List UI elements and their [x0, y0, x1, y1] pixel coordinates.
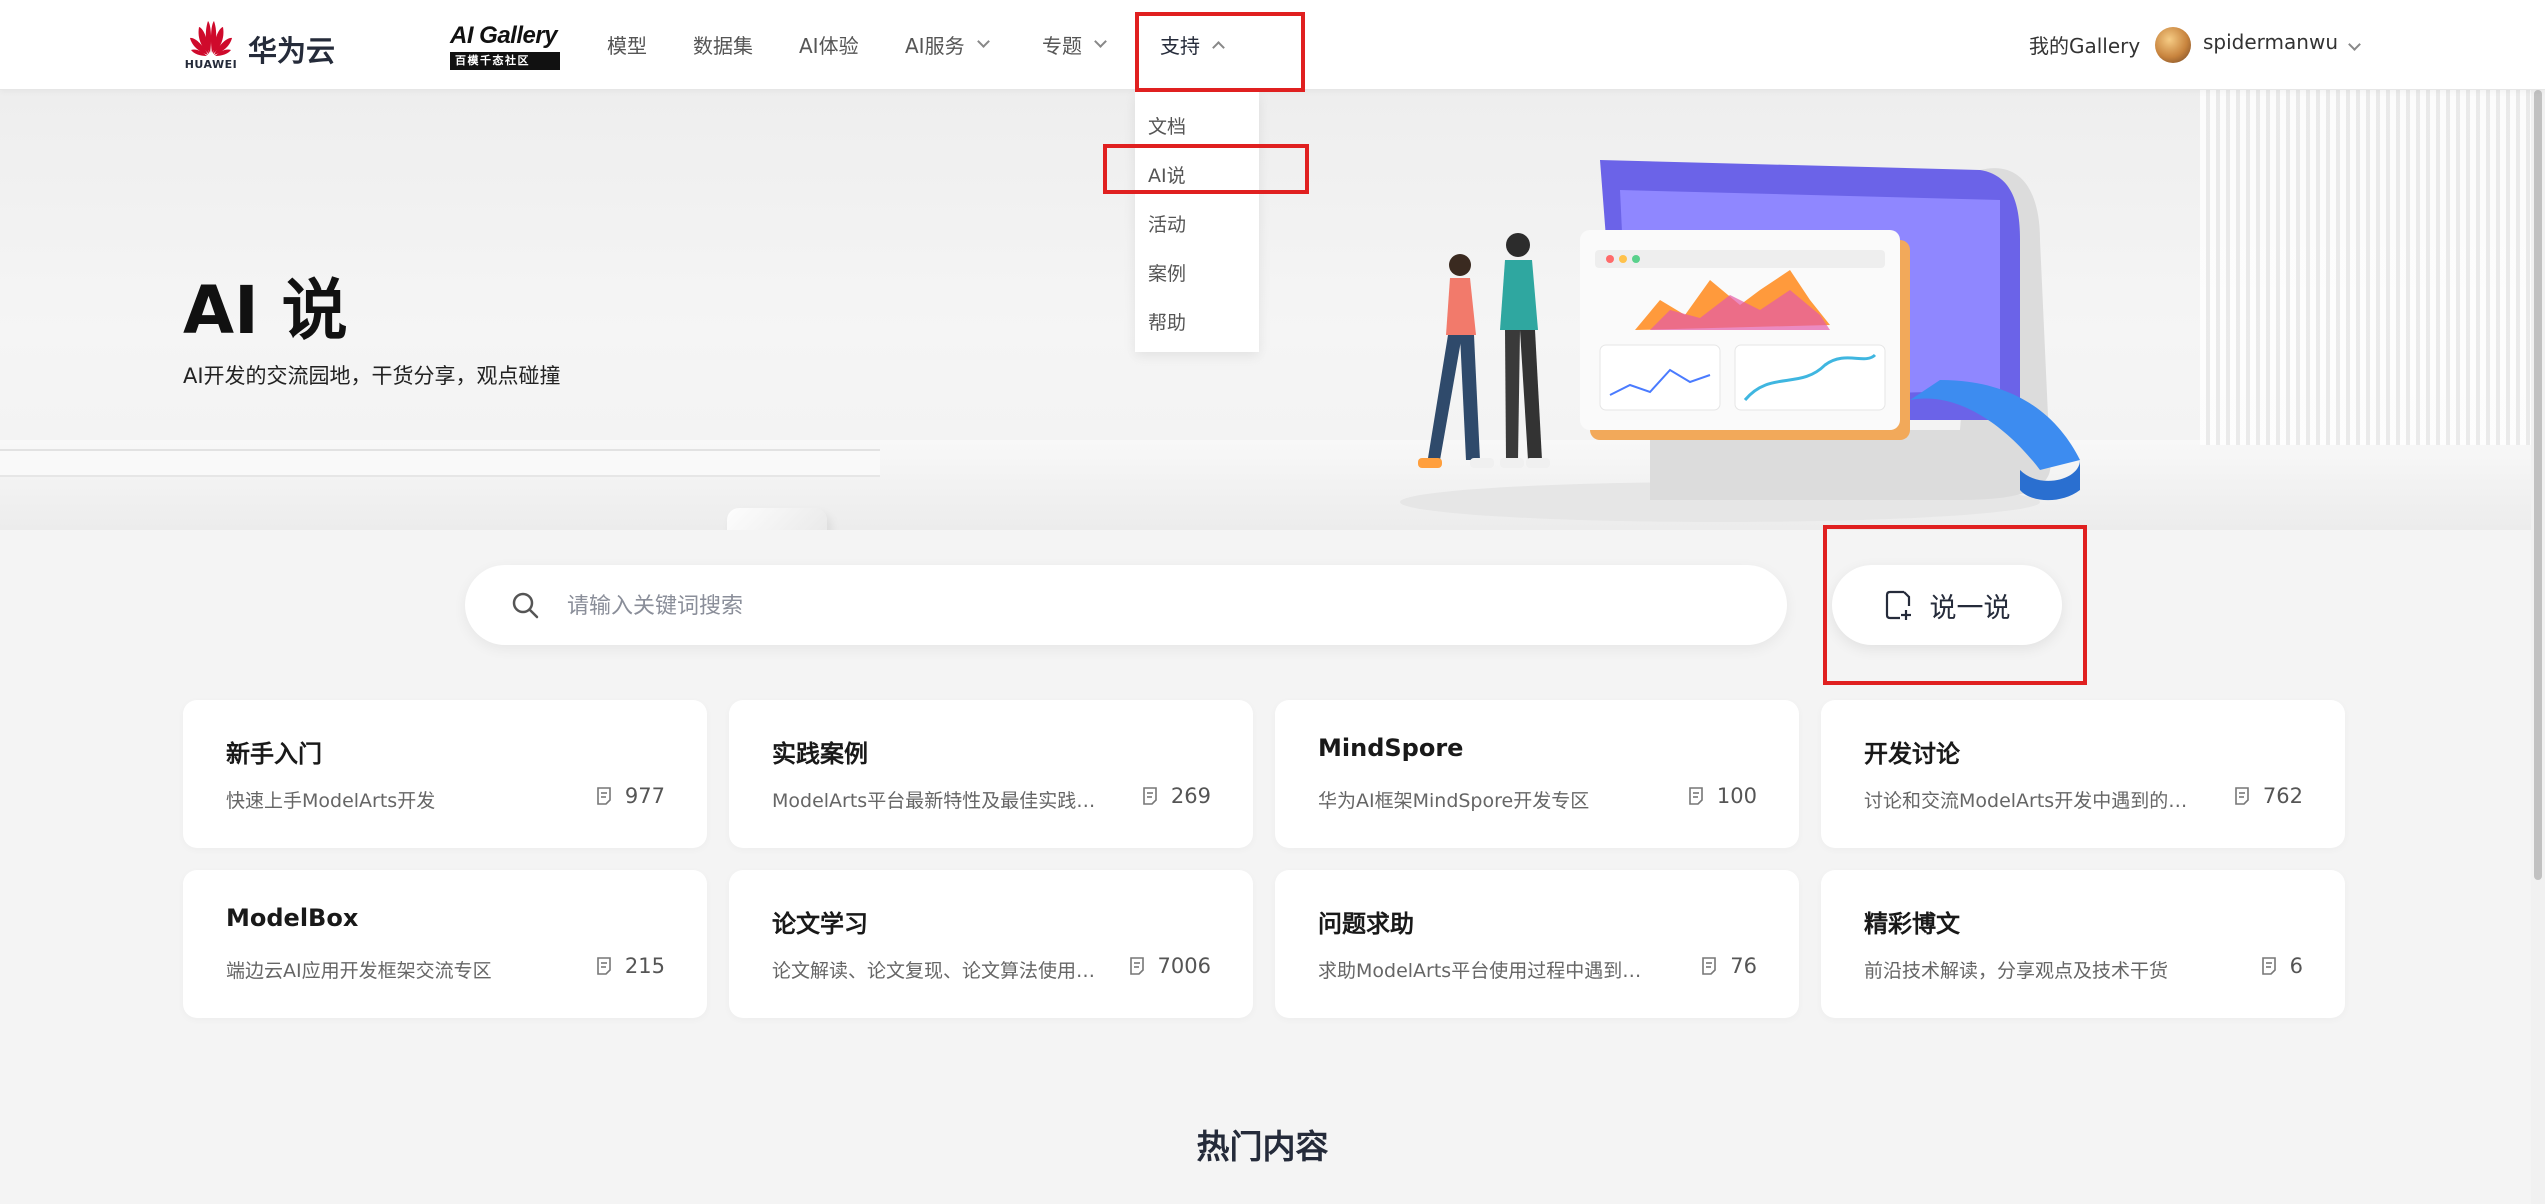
post-count: 6 — [2260, 954, 2303, 978]
user-menu[interactable]: spidermanwu — [2203, 30, 2361, 54]
nav-support[interactable]: 支持 — [1160, 30, 1225, 59]
nav-datasets-label: 数据集 — [693, 34, 753, 58]
post-count-icon — [1129, 957, 1144, 975]
nav-ai-services[interactable]: AI服务 — [905, 30, 990, 59]
nav-ai-experience-label: AI体验 — [799, 34, 859, 58]
post-count-value: 977 — [624, 784, 665, 808]
username: spidermanwu — [2203, 30, 2338, 54]
brand-name[interactable]: 华为云 — [248, 28, 335, 70]
category-card-mindspore[interactable]: MindSpore 华为AI框架MindSpore开发专区 100 — [1275, 700, 1799, 848]
card-title: 论文学习 — [772, 910, 868, 938]
chevron-down-icon — [976, 35, 990, 48]
post-count-value: 215 — [624, 954, 665, 978]
category-card-featured-blogs[interactable]: 精彩博文 前沿技术解读，分享观点及技术干货 6 — [1821, 870, 2345, 1018]
support-menu-help[interactable]: 帮助 — [1148, 308, 1186, 335]
nav-support-label: 支持 — [1160, 34, 1200, 58]
category-card-modelbox[interactable]: ModelBox 端边云AI应用开发框架交流专区 215 — [183, 870, 707, 1018]
search-input[interactable] — [565, 585, 1749, 627]
chevron-down-icon — [1094, 35, 1107, 48]
nav-ai-experience[interactable]: AI体验 — [799, 30, 859, 59]
hero-ledge-decoration — [0, 449, 880, 477]
support-menu-ai-talk[interactable]: AI说 — [1148, 161, 1186, 188]
category-card-help-request[interactable]: 问题求助 求助ModelArts平台使用过程中遇到的问… 76 — [1275, 870, 1799, 1018]
support-menu-events[interactable]: 活动 — [1148, 210, 1186, 237]
nav-topics[interactable]: 专题 — [1042, 30, 1107, 59]
ai-gallery-title: AI Gallery — [450, 22, 558, 49]
category-card-dev-discussion[interactable]: 开发讨论 讨论和交流ModelArts开发中遇到的问题 762 — [1821, 700, 2345, 848]
nav-ai-services-label: AI服务 — [905, 34, 965, 58]
page-subtitle: AI开发的交流园地，干货分享，观点碰撞 — [183, 364, 561, 388]
card-title: MindSpore — [1318, 734, 1464, 762]
category-card-practice-cases[interactable]: 实践案例 ModelArts平台最新特性及最佳实践案例 269 — [729, 700, 1253, 848]
post-count-icon — [1702, 957, 1717, 975]
post-count: 215 — [595, 954, 665, 978]
card-title: 实践案例 — [772, 740, 868, 768]
ai-gallery-subtitle: 百模千态社区 — [450, 52, 560, 70]
nav-topics-label: 专题 — [1042, 34, 1082, 58]
card-description: 求助ModelArts平台使用过程中遇到的问… — [1318, 960, 1648, 982]
card-description: 快速上手ModelArts开发 — [226, 790, 436, 812]
post-count-value: 6 — [2289, 954, 2303, 978]
search-icon[interactable] — [511, 591, 539, 619]
card-description: 论文解读、论文复现、论文算法使用、… — [772, 960, 1102, 982]
post-button-label: 说一说 — [1929, 592, 2011, 624]
post-count-value: 7006 — [1157, 954, 1211, 978]
post-count-icon — [1689, 787, 1703, 805]
hero-illustration — [1400, 160, 2080, 522]
hero-striped-wall — [2200, 90, 2545, 445]
ai-gallery-logo[interactable]: AI Gallery 百模千态社区 — [450, 22, 560, 70]
post-count: 7006 — [1128, 954, 1211, 978]
support-menu-cases[interactable]: 案例 — [1148, 259, 1186, 286]
card-title: ModelBox — [226, 904, 359, 932]
post-count: 100 — [1687, 784, 1757, 808]
post-count-value: 269 — [1170, 784, 1211, 808]
post-count: 762 — [2233, 784, 2303, 808]
card-description: 端边云AI应用开发框架交流专区 — [226, 960, 492, 982]
post-count-icon — [597, 957, 611, 975]
post-count-icon — [1143, 787, 1157, 805]
user-avatar[interactable] — [2155, 27, 2191, 63]
support-menu-docs[interactable]: 文档 — [1148, 112, 1186, 139]
support-dropdown-menu: 文档 AI说 活动 案例 帮助 — [1135, 92, 1259, 352]
my-gallery-link[interactable]: 我的Gallery — [2029, 30, 2140, 59]
chevron-up-icon — [1212, 41, 1225, 54]
card-description: 华为AI框架MindSpore开发专区 — [1318, 790, 1590, 812]
card-description: ModelArts平台最新特性及最佳实践案例 — [772, 790, 1102, 812]
nav-models-label: 模型 — [607, 34, 647, 58]
card-description: 前沿技术解读，分享观点及技术干货 — [1864, 960, 2169, 982]
search-bar — [465, 565, 1787, 645]
huawei-petal-icon — [190, 21, 232, 56]
post-count-value: 100 — [1716, 784, 1757, 808]
page-title: AI 说 — [183, 272, 348, 349]
post-count: 269 — [1141, 784, 1211, 808]
category-card-beginner[interactable]: 新手入门 快速上手ModelArts开发 977 — [183, 700, 707, 848]
new-post-icon — [1885, 590, 1911, 620]
post-count-value: 762 — [2262, 784, 2303, 808]
at-sign-cube-icon: @ — [727, 508, 827, 530]
nav-models[interactable]: 模型 — [607, 30, 647, 59]
post-count-icon — [2235, 787, 2249, 805]
card-title: 问题求助 — [1318, 910, 1414, 938]
huawei-logo-text: HUAWEI — [184, 58, 238, 71]
top-navbar: HUAWEI 华为云 AI Gallery 百模千态社区 模型 数据集 AI体验… — [0, 0, 2545, 90]
post-count: 76 — [1700, 954, 1757, 978]
category-card-paper-study[interactable]: 论文学习 论文解读、论文复现、论文算法使用、… 7006 — [729, 870, 1253, 1018]
card-title: 精彩博文 — [1864, 910, 1960, 938]
hot-content-heading: 热门内容 — [1196, 1127, 1329, 1166]
hero-banner: @ AI 说 AI开发的交流园地，干货分享，观点碰撞 — [0, 90, 2545, 530]
nav-datasets[interactable]: 数据集 — [693, 30, 753, 59]
post-count-value: 76 — [1730, 954, 1757, 978]
huawei-logo[interactable]: HUAWEI — [183, 18, 243, 74]
card-title: 新手入门 — [226, 740, 322, 768]
scrollbar-thumb[interactable] — [2534, 90, 2542, 880]
post-button[interactable]: 说一说 — [1832, 565, 2062, 645]
post-count-icon — [2261, 957, 2276, 975]
card-title: 开发讨论 — [1864, 740, 1960, 768]
post-count: 977 — [595, 784, 665, 808]
post-count-icon — [597, 787, 611, 805]
chevron-down-icon — [2348, 38, 2361, 51]
card-description: 讨论和交流ModelArts开发中遇到的问题 — [1864, 790, 2194, 812]
